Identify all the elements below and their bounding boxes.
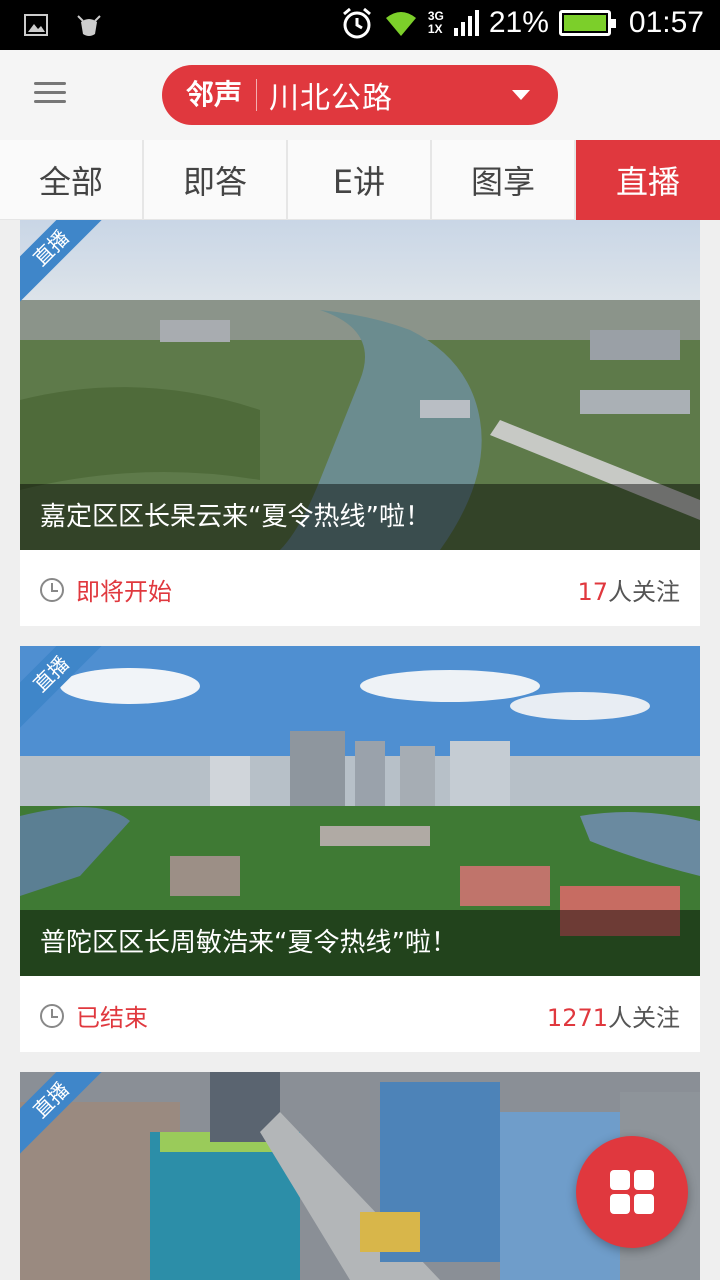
clock-icon (40, 1004, 64, 1028)
follower-count: 17人关注 (577, 572, 680, 607)
follower-number: 1271 (546, 1004, 608, 1032)
tab-quick-answer[interactable]: 即答 (144, 140, 288, 220)
follower-suffix: 人关注 (608, 578, 680, 606)
location-selector[interactable]: 邻声 川北公路 (162, 65, 558, 125)
alarm-icon (342, 7, 371, 39)
tab-e-talk[interactable]: E讲 (288, 140, 432, 220)
network-type-2: 1X (427, 22, 443, 36)
clock-time: 01:57 (628, 6, 704, 39)
gallery-icon (24, 14, 48, 36)
card-photo: 直播 普陀区区长周敏浩来“夏令热线”啦！ (20, 646, 700, 976)
live-status: 已结束 (76, 1004, 148, 1032)
live-status: 即将开始 (76, 578, 172, 606)
grid-apps-icon (610, 1170, 654, 1214)
follower-count: 1271人关注 (547, 998, 680, 1033)
follower-suffix: 人关注 (608, 1004, 680, 1032)
location-name: 川北公路 (269, 81, 394, 116)
card-meta: 即将开始 17人关注 (20, 550, 700, 626)
signal-icon (453, 10, 479, 36)
tab-all[interactable]: 全部 (0, 140, 144, 220)
wifi-icon (385, 12, 416, 36)
tab-photo-share[interactable]: 图享 (432, 140, 576, 220)
live-card[interactable]: 直播 嘉定区区长杲云来“夏令热线”啦！ 即将开始 17人关注 (20, 220, 700, 626)
clock-icon (40, 578, 64, 602)
hamburger-menu-icon[interactable] (34, 82, 66, 108)
follower-number: 17 (577, 578, 608, 606)
battery-percent: 21% (488, 6, 549, 39)
card-title: 普陀区区长周敏浩来“夏令热线”啦！ (20, 910, 700, 976)
android-debug-icon (77, 15, 101, 36)
status-bar: 3G 1X 21% 01:57 (0, 0, 720, 50)
caret-down-icon (512, 90, 530, 100)
battery-charging-icon (558, 10, 616, 36)
brand-logo: 邻声 (162, 79, 258, 111)
grid-apps-button[interactable] (576, 1136, 688, 1248)
card-photo: 直播 嘉定区区长杲云来“夏令热线”啦！ (20, 220, 700, 550)
card-meta: 已结束 1271人关注 (20, 976, 700, 1052)
app-header: 邻声 川北公路 (0, 50, 720, 140)
card-title: 嘉定区区长杲云来“夏令热线”啦！ (20, 484, 700, 550)
category-tabs: 全部 即答 E讲 图享 直播 (0, 140, 720, 220)
live-card[interactable]: 直播 普陀区区长周敏浩来“夏令热线”啦！ 已结束 1271人关注 (20, 646, 700, 1052)
tab-live[interactable]: 直播 (576, 140, 720, 220)
